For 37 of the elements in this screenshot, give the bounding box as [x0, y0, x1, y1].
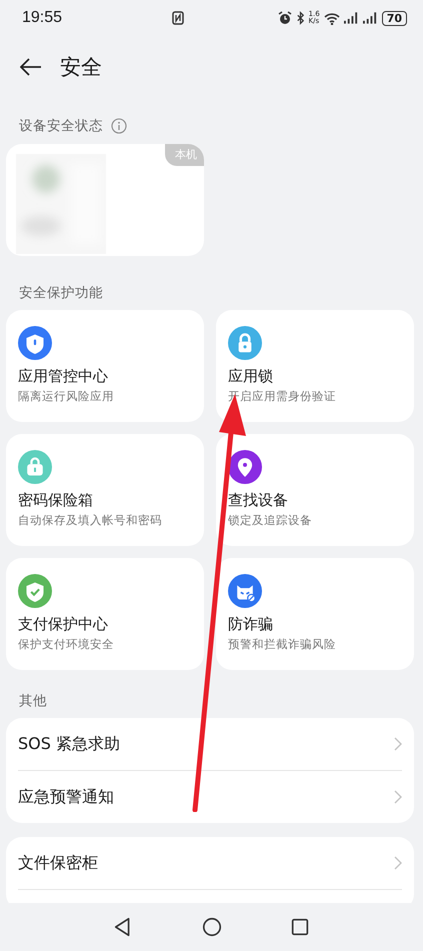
feature-description: 自动保存及填入帐号和密码: [18, 513, 163, 528]
clock-time: 19:55: [22, 9, 64, 27]
chevron-right-icon: [394, 856, 402, 870]
feature-title: 支付保护中心: [18, 615, 109, 634]
battery-level: 70: [382, 10, 407, 26]
feature-description: 锁定及追踪设备: [228, 513, 313, 528]
section-label: 设备安全状态: [19, 117, 103, 135]
feature-card[interactable]: 查找设备 锁定及追踪设备: [216, 434, 414, 546]
section-label: 安全保护功能: [18, 284, 104, 303]
wifi-icon: [324, 12, 340, 24]
feature-description: 隔离运行风险应用: [18, 389, 115, 404]
list-item[interactable]: 应急预警通知: [18, 786, 114, 808]
list-item[interactable]: 文件保密柜: [18, 852, 98, 874]
signal-icon: [362, 12, 378, 24]
chevron-right-icon: [394, 737, 402, 751]
page-title: 安全: [60, 54, 102, 81]
feature-card[interactable]: 防诈骗 预警和拦截诈骗风险: [216, 558, 414, 670]
feature-title: 查找设备: [228, 491, 289, 510]
feature-card[interactable]: 支付保护中心 保护支付环境安全: [6, 558, 204, 670]
feature-description: 预警和拦截诈骗风险: [228, 637, 337, 652]
feature-description: 保护支付环境安全: [18, 637, 115, 652]
nfc-icon: [172, 11, 184, 25]
feature-title: 应用锁: [228, 367, 274, 386]
back-arrow-icon: [20, 58, 42, 76]
info-icon: [111, 118, 127, 134]
feature-card[interactable]: 应用管控中心 隔离运行风险应用: [6, 310, 204, 422]
signal-icon: [344, 12, 359, 24]
feature-card[interactable]: 密码保险箱 自动保存及填入帐号和密码: [6, 434, 204, 546]
chevron-right-icon: [394, 790, 402, 804]
home-icon: [200, 916, 222, 938]
feature-title: 密码保险箱: [18, 491, 94, 510]
feature-title: 应用管控中心: [18, 367, 109, 386]
alarm-icon: [278, 11, 292, 25]
section-label: 其他: [18, 692, 48, 711]
bluetooth-icon: [296, 11, 305, 25]
list-item[interactable]: SOS 紧急求助: [18, 734, 120, 754]
feature-title: 防诈骗: [228, 615, 274, 634]
